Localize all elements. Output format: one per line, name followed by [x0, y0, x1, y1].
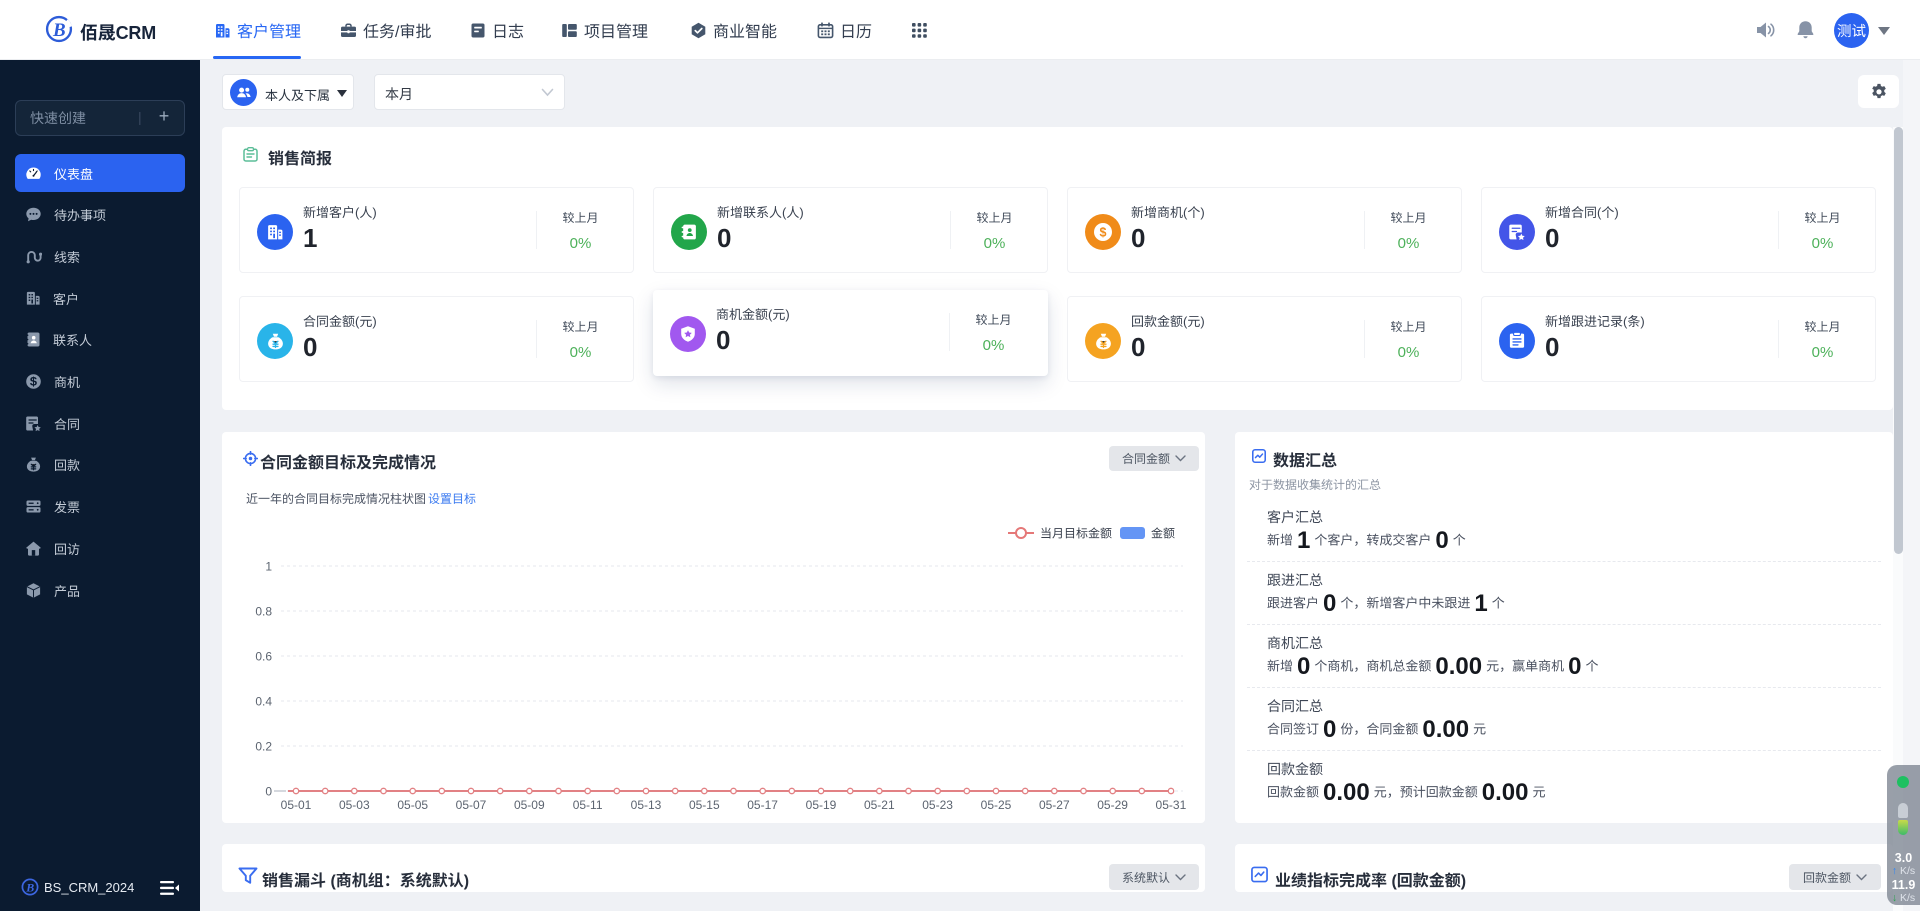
svg-text:金额: 金额 [1151, 527, 1175, 541]
svg-text:0.8: 0.8 [255, 605, 272, 619]
svg-text:0: 0 [265, 785, 272, 799]
svg-text:当月目标金额: 当月目标金额 [1040, 527, 1112, 541]
svg-text:05-27: 05-27 [1039, 798, 1070, 812]
svg-text:0.4: 0.4 [255, 695, 272, 709]
svg-text:05-09: 05-09 [514, 798, 545, 812]
svg-text:0.6: 0.6 [255, 650, 272, 664]
svg-text:05-21: 05-21 [864, 798, 895, 812]
svg-text:05-29: 05-29 [1097, 798, 1128, 812]
svg-text:B: B [52, 20, 66, 41]
svg-text:05-25: 05-25 [981, 798, 1012, 812]
svg-text:B: B [25, 880, 34, 894]
svg-text:05-05: 05-05 [397, 798, 428, 812]
svg-text:05-19: 05-19 [806, 798, 837, 812]
svg-text:05-31: 05-31 [1156, 798, 1187, 812]
svg-text:05-03: 05-03 [339, 798, 370, 812]
svg-text:05-11: 05-11 [573, 798, 603, 812]
svg-text:05-17: 05-17 [747, 798, 778, 812]
svg-text:05-23: 05-23 [922, 798, 953, 812]
svg-text:1: 1 [265, 560, 272, 574]
svg-text:0.2: 0.2 [255, 740, 272, 754]
svg-text:05-07: 05-07 [456, 798, 487, 812]
svg-text:05-13: 05-13 [631, 798, 662, 812]
svg-text:$: $ [1100, 225, 1107, 239]
svg-text:05-01: 05-01 [281, 798, 312, 812]
svg-text:05-15: 05-15 [689, 798, 720, 812]
